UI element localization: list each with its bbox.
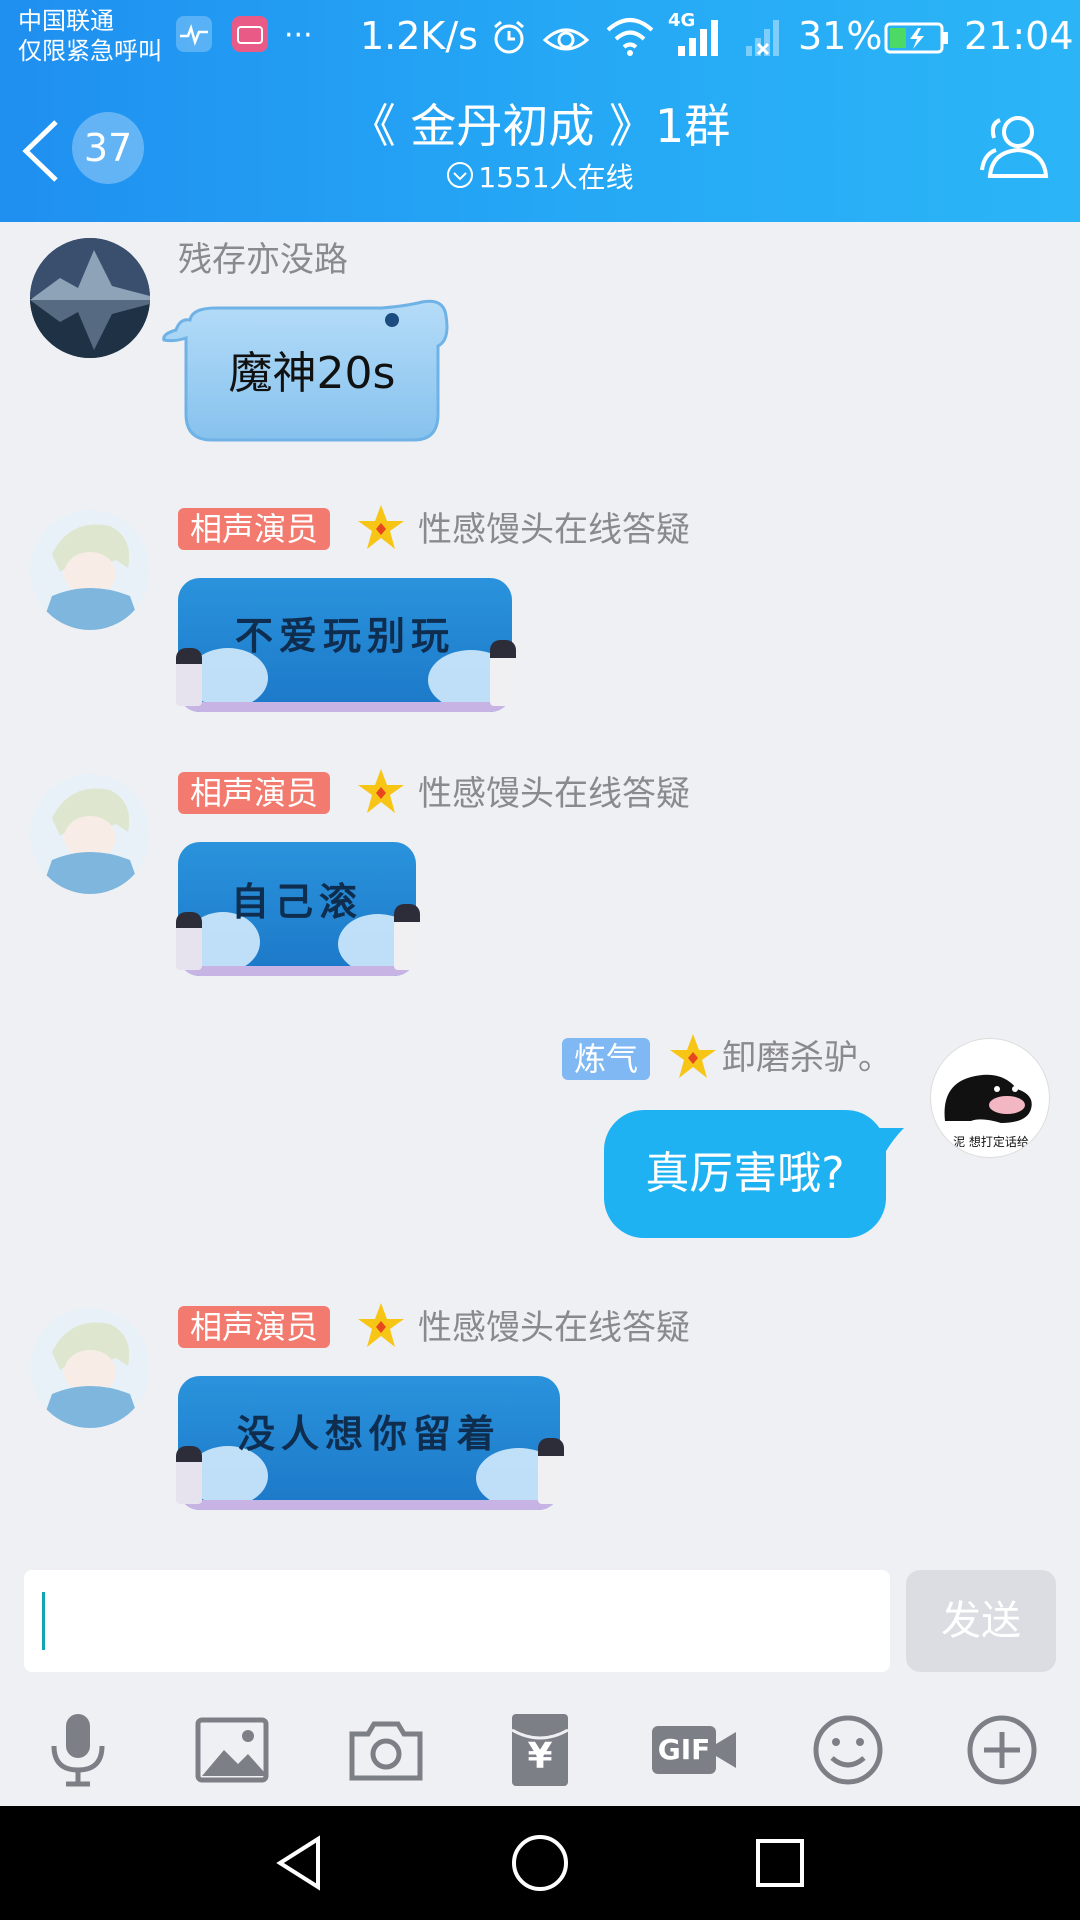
avatar-caption: 泥 想打定话给 xyxy=(953,1135,1029,1149)
carrier-name: 中国联通 xyxy=(18,7,114,35)
message-text: 真厉害哦? xyxy=(645,1148,845,1199)
message-text: 不爱玩别玩 xyxy=(234,613,455,658)
sender-name: 性感馒头在线答疑 xyxy=(418,1308,690,1348)
emoji-button[interactable] xyxy=(808,1710,888,1790)
avatar[interactable] xyxy=(30,1308,150,1428)
bubble-tail xyxy=(870,1128,904,1162)
clock: 21:04 xyxy=(964,14,1074,58)
back-button[interactable]: 37 xyxy=(20,112,150,188)
avatar[interactable] xyxy=(30,238,150,358)
cartoon-figure-left xyxy=(176,1446,202,1504)
member-title-badge: 炼气 xyxy=(562,1038,651,1080)
member-title-badge: 相声演员 xyxy=(178,1306,331,1348)
wifi-icon xyxy=(604,14,656,62)
star-icon xyxy=(358,1303,404,1347)
status-bar: 中国联通 仅限紧急呼叫 ··· 1.2K/s 4G 31% 21:04 xyxy=(0,0,1080,76)
alarm-icon xyxy=(490,18,528,60)
microphone-icon xyxy=(51,1714,105,1787)
camera-icon xyxy=(349,1721,423,1781)
avatar[interactable] xyxy=(30,774,150,894)
send-button[interactable]: 发送 xyxy=(906,1570,1056,1672)
unread-count-badge: 37 xyxy=(72,112,144,184)
nav-home-button[interactable] xyxy=(510,1833,570,1893)
message-text: 魔神20s xyxy=(228,348,396,399)
my-avatar[interactable]: 泥 想打定话给 xyxy=(930,1038,1050,1158)
battery-percent: 31% xyxy=(798,14,883,58)
emoji-icon xyxy=(813,1715,883,1785)
message-text: 没人想你留着 xyxy=(236,1411,501,1456)
top-bar: 中国联通 仅限紧急呼叫 ··· 1.2K/s 4G 31% 21:04 37 《… xyxy=(0,0,1080,222)
gif-button[interactable]: GIF xyxy=(650,1710,740,1790)
red-packet-button[interactable]: ¥ xyxy=(500,1710,580,1790)
camera-button[interactable] xyxy=(346,1710,426,1790)
group-title[interactable]: 《 金丹初成 》1群 xyxy=(240,98,840,154)
bilibili-app-icon xyxy=(232,16,268,52)
signal-icon xyxy=(676,18,722,60)
star-icon xyxy=(670,1034,716,1078)
image-button[interactable] xyxy=(192,1710,272,1790)
avatar[interactable] xyxy=(30,510,150,630)
more-button[interactable] xyxy=(962,1710,1042,1790)
star-icon xyxy=(358,505,404,549)
nav-recent-icon xyxy=(756,1839,804,1887)
message-bubble[interactable]: 没人想你留着 xyxy=(178,1376,560,1510)
nav-back-icon xyxy=(276,1835,320,1891)
member-title-badge: 相声演员 xyxy=(178,772,331,814)
cartoon-figure-right xyxy=(538,1438,564,1504)
member-title-badge: 相声演员 xyxy=(178,508,331,550)
gif-label: GIF xyxy=(657,1733,711,1766)
nav-recent-button[interactable] xyxy=(750,1833,810,1893)
online-count: 1551人在线 xyxy=(478,161,634,194)
yuan-symbol: ¥ xyxy=(527,1736,553,1777)
voice-button[interactable] xyxy=(38,1710,118,1790)
star-icon xyxy=(358,769,404,813)
message-bubble[interactable]: 不爱玩别玩 xyxy=(178,578,512,712)
eye-comfort-icon xyxy=(542,18,590,60)
message-input[interactable] xyxy=(24,1570,890,1672)
group-members-button[interactable] xyxy=(974,106,1058,190)
sender-name: 性感馒头在线答疑 xyxy=(418,510,690,550)
battery-icon xyxy=(884,22,950,58)
message-bubble[interactable]: 魔神20s xyxy=(160,296,456,446)
more-notifications: ··· xyxy=(284,18,313,53)
system-nav-bar xyxy=(0,1806,1080,1920)
carrier-info: 中国联通 仅限紧急呼叫 xyxy=(18,6,162,66)
contacts-icon xyxy=(980,116,1049,178)
sender-name: 残存亦没路 xyxy=(178,240,348,280)
plus-circle-icon xyxy=(967,1715,1037,1785)
text-cursor xyxy=(42,1592,45,1650)
nav-home-icon xyxy=(512,1835,568,1891)
image-icon xyxy=(195,1717,269,1783)
message-text: 自己滚 xyxy=(230,879,363,924)
sender-name: 性感馒头在线答疑 xyxy=(418,774,690,814)
cartoon-figure-right xyxy=(394,904,420,970)
message-bubble[interactable]: 自己滚 xyxy=(178,842,416,976)
health-app-icon xyxy=(176,16,212,52)
online-status[interactable]: 1551人在线 xyxy=(240,160,840,198)
cartoon-figure-left xyxy=(176,912,202,970)
cartoon-figure-right xyxy=(490,640,516,706)
message-bubble[interactable]: 真厉害哦? xyxy=(604,1110,886,1238)
sender-name: 卸磨杀驴。 xyxy=(722,1038,892,1078)
dropdown-circle-icon xyxy=(446,161,474,198)
nav-back-button[interactable] xyxy=(270,1833,330,1893)
carrier-emergency: 仅限紧急呼叫 xyxy=(18,37,162,65)
cartoon-figure-left xyxy=(176,648,202,706)
net-speed: 1.2K/s xyxy=(360,14,478,58)
back-chevron-icon xyxy=(20,118,62,188)
signal-off-icon xyxy=(744,18,784,60)
